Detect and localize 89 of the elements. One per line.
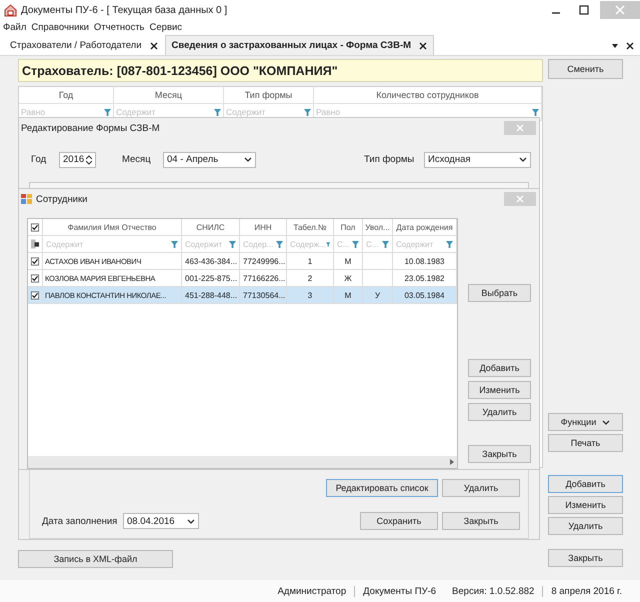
list-button[interactable]: Удалить [442,479,520,497]
dialog-button[interactable]: Удалить [468,403,531,421]
dialog-button[interactable]: Выбрать [468,284,531,302]
functions-dropdown[interactable]: Функции [548,413,623,431]
dialog-title: Редактирование Формы СЗВ-М [21,122,161,134]
side-button[interactable]: Удалить [548,517,623,535]
chevron-down-icon [519,157,527,162]
status-text: Версия: 1.0.52.882 [451,586,536,596]
checkbox[interactable] [31,272,39,284]
filter-icon[interactable] [229,240,236,248]
table-cell: У [374,290,380,300]
close-icon[interactable] [150,42,158,50]
month-label: Месяц [122,154,152,165]
column-header[interactable]: Год [19,87,114,103]
horizontal-scrollbar[interactable] [28,456,457,468]
dialog-button[interactable]: Сохранить [360,512,438,530]
spinner-arrows-icon[interactable] [86,154,92,164]
table-cell: 23.05.1982 [404,274,445,282]
column-header[interactable]: Фамилия Имя Отчество [43,219,182,235]
table-cell: 03.05.1984 [404,290,445,300]
table-cell: 451-288-448... [185,290,238,300]
window-title: Документы ПУ-6 - [ Текущая база данных 0 ] [21,4,228,16]
column-header[interactable]: Увол... [363,219,393,235]
column-header[interactable]: Количество сотрудников [314,87,542,103]
checkbox[interactable] [31,290,39,300]
chevron-down-icon [602,420,610,424]
menu-item[interactable]: Сервис [150,22,182,33]
column-header[interactable]: ИНН [240,219,287,235]
filter-icon[interactable] [171,240,178,248]
app-logo-icon [4,4,17,16]
dropdown-icon[interactable] [612,44,618,48]
list-button[interactable]: Редактировать список [326,479,438,497]
table-cell: 77130564... [243,290,286,300]
grid-icon [21,194,32,204]
column-header[interactable]: Тип формы [224,87,314,103]
column-header[interactable]: Дата рождения [393,219,457,235]
year-label: Год [31,154,48,165]
filter-icon[interactable] [326,240,330,248]
close-icon[interactable] [419,42,428,50]
dialog-button[interactable]: Закрыть [468,445,531,463]
table-cell: 001-225-875... [185,274,238,282]
dialog-button[interactable]: Закрыть [442,512,520,530]
filter-icon[interactable] [276,240,283,248]
form-type-dropdown[interactable]: Исходная [424,152,531,168]
filter-row-icon [31,239,39,249]
menu-item[interactable]: Отчетность [94,22,145,33]
chevron-down-icon [187,518,195,524]
status-text: Администратор [276,586,348,596]
column-header[interactable]: Пол [334,219,363,235]
table-cell: 2 [308,274,312,282]
table-cell: 10.08.1983 [404,256,445,266]
date-picker[interactable]: 08.04.2016 [123,513,199,529]
form-type-label: Тип формы [364,154,416,165]
dialog-button[interactable]: Добавить [468,359,531,377]
table-cell: 3 [308,290,312,300]
side-button[interactable]: Закрыть [548,549,623,567]
year-spinner[interactable]: 2016 [59,152,96,168]
table-cell: 1 [308,256,312,266]
side-button[interactable]: Добавить [548,475,623,493]
table-cell: 463-436-384... [185,256,238,266]
insurer-banner: Страхователь: [087-801-123456] ООО "КОМПАНИЯ" [18,59,543,82]
column-header[interactable]: СНИЛС [182,219,240,235]
chevron-down-icon [244,157,252,162]
xml-export-button[interactable]: Запись в XML-файл [18,550,173,568]
status-text: 8 апреля 2016 г. [542,586,630,596]
tab[interactable]: Сведения о застрахованных лицах - Форма СЗВ-М [164,35,434,55]
filter-icon[interactable] [352,240,359,248]
status-text: Документы ПУ-6 [354,586,444,596]
close-icon[interactable] [626,42,634,50]
dialog-button[interactable]: Изменить [468,381,531,399]
table-cell: М [344,290,352,300]
change-button[interactable]: Сменить [548,59,623,79]
filter-icon[interactable] [382,240,389,248]
table-cell: М [344,256,352,266]
table-cell: Ж [344,274,352,282]
side-button[interactable]: Изменить [548,496,623,514]
side-button[interactable]: Печать [548,434,623,452]
table-cell: 77249996... [243,256,286,266]
menu-item[interactable]: Файл [3,22,26,33]
dialog-title: Сотрудники [36,194,88,204]
filter-icon[interactable] [446,240,453,248]
checkbox[interactable] [31,222,39,232]
menu-item[interactable]: Справочники [31,22,89,33]
column-header[interactable]: Табел.№ [287,219,334,235]
date-label: Дата заполнения [42,516,118,526]
column-header[interactable]: Месяц [114,87,224,103]
month-dropdown[interactable]: 04 - Апрель [163,152,256,168]
table-cell: 77166226... [243,274,286,282]
checkbox[interactable] [31,256,39,266]
